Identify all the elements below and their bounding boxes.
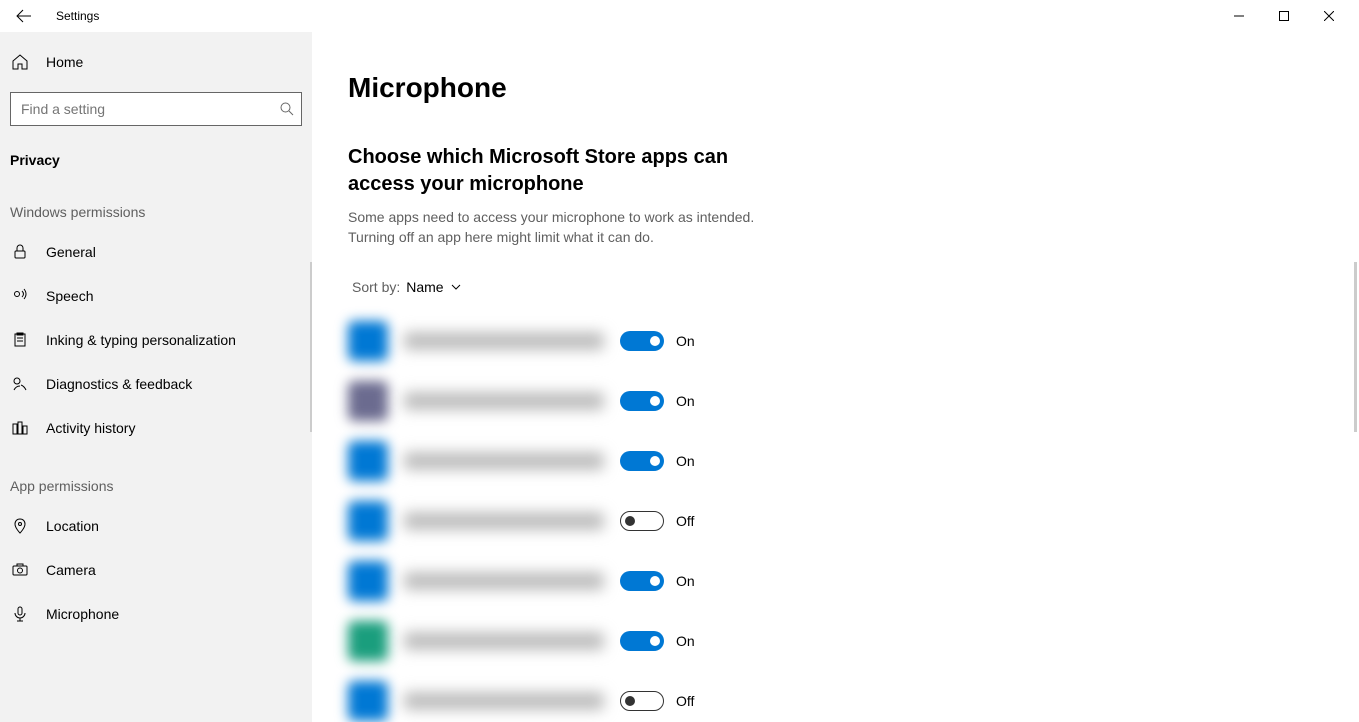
chevron-down-icon <box>450 281 462 293</box>
section-description: Some apps need to access your microphone… <box>348 208 788 247</box>
app-name-blurred <box>404 572 604 590</box>
sidebar-item-label: General <box>46 244 96 260</box>
search-input[interactable] <box>10 92 302 126</box>
sidebar-item-location[interactable]: Location <box>0 504 312 548</box>
close-button[interactable] <box>1306 0 1351 32</box>
back-arrow-icon <box>16 8 32 24</box>
app-icon <box>348 621 388 661</box>
sidebar-item-label: Microphone <box>46 606 119 622</box>
section-title: Choose which Microsoft Store apps can ac… <box>348 144 788 198</box>
app-toggle[interactable] <box>620 511 664 531</box>
app-row: On <box>348 551 1323 611</box>
sidebar-item-label: Camera <box>46 562 96 578</box>
sidebar-item-inking[interactable]: Inking & typing personalization <box>0 318 312 362</box>
sidebar-item-general[interactable]: General <box>0 230 312 274</box>
sort-label: Sort by: <box>352 279 400 295</box>
toggle-state-label: On <box>676 573 695 589</box>
app-row: Off <box>348 491 1323 551</box>
home-icon <box>10 52 30 72</box>
sidebar: Home Privacy Windows permissions General <box>0 32 312 722</box>
sidebar-home-label: Home <box>46 54 83 70</box>
sidebar-category: Privacy <box>0 142 312 176</box>
sidebar-item-microphone[interactable]: Microphone <box>0 592 312 636</box>
sort-by-dropdown[interactable]: Sort by: Name <box>348 279 1323 295</box>
toggle-state-label: Off <box>676 693 694 709</box>
app-toggle[interactable] <box>620 391 664 411</box>
close-icon <box>1324 11 1334 21</box>
app-row: On <box>348 611 1323 671</box>
app-title: Settings <box>56 9 99 23</box>
maximize-button[interactable] <box>1261 0 1306 32</box>
app-name-blurred <box>404 332 604 350</box>
toggle-state-label: On <box>676 453 695 469</box>
sidebar-item-activity[interactable]: Activity history <box>0 406 312 450</box>
sidebar-item-label: Speech <box>46 288 93 304</box>
app-toggle[interactable] <box>620 451 664 471</box>
app-toggle[interactable] <box>620 571 664 591</box>
sidebar-group-windows-permissions: Windows permissions <box>0 176 312 230</box>
speech-icon <box>10 286 30 306</box>
sidebar-item-label: Activity history <box>46 420 135 436</box>
app-row: On <box>348 311 1323 371</box>
sidebar-item-label: Inking & typing personalization <box>46 332 236 348</box>
toggle-state-label: On <box>676 633 695 649</box>
app-toggle[interactable] <box>620 691 664 711</box>
main-scrollbar[interactable] <box>1354 262 1357 432</box>
sidebar-group-app-permissions: App permissions <box>0 450 312 504</box>
activity-icon <box>10 418 30 438</box>
back-button[interactable] <box>8 0 40 32</box>
location-icon <box>10 516 30 536</box>
sidebar-item-speech[interactable]: Speech <box>0 274 312 318</box>
sidebar-item-label: Location <box>46 518 99 534</box>
app-icon <box>348 381 388 421</box>
app-icon <box>348 441 388 481</box>
app-name-blurred <box>404 692 604 710</box>
minimize-button[interactable] <box>1216 0 1261 32</box>
sort-value: Name <box>406 279 443 295</box>
clipboard-icon <box>10 330 30 350</box>
search-icon[interactable] <box>280 102 294 116</box>
minimize-icon <box>1234 11 1244 21</box>
microphone-icon <box>10 604 30 624</box>
app-icon <box>348 681 388 721</box>
titlebar: Settings <box>0 0 1359 32</box>
toggle-state-label: Off <box>676 513 694 529</box>
page-title: Microphone <box>348 72 1323 104</box>
toggle-state-label: On <box>676 333 695 349</box>
app-icon <box>348 321 388 361</box>
app-name-blurred <box>404 632 604 650</box>
app-icon <box>348 561 388 601</box>
feedback-icon <box>10 374 30 394</box>
sidebar-item-camera[interactable]: Camera <box>0 548 312 592</box>
app-toggle[interactable] <box>620 331 664 351</box>
sidebar-item-label: Diagnostics & feedback <box>46 376 192 392</box>
main-content: Microphone Choose which Microsoft Store … <box>312 32 1359 722</box>
app-row: Off <box>348 671 1323 722</box>
app-name-blurred <box>404 512 604 530</box>
app-row: On <box>348 371 1323 431</box>
app-name-blurred <box>404 392 604 410</box>
app-icon <box>348 501 388 541</box>
camera-icon <box>10 560 30 580</box>
toggle-state-label: On <box>676 393 695 409</box>
app-toggle[interactable] <box>620 631 664 651</box>
sidebar-home[interactable]: Home <box>0 40 312 84</box>
sidebar-item-diagnostics[interactable]: Diagnostics & feedback <box>0 362 312 406</box>
lock-icon <box>10 242 30 262</box>
maximize-icon <box>1279 11 1289 21</box>
app-name-blurred <box>404 452 604 470</box>
app-row: On <box>348 431 1323 491</box>
app-list: On On On Off On On Off <box>348 311 1323 722</box>
